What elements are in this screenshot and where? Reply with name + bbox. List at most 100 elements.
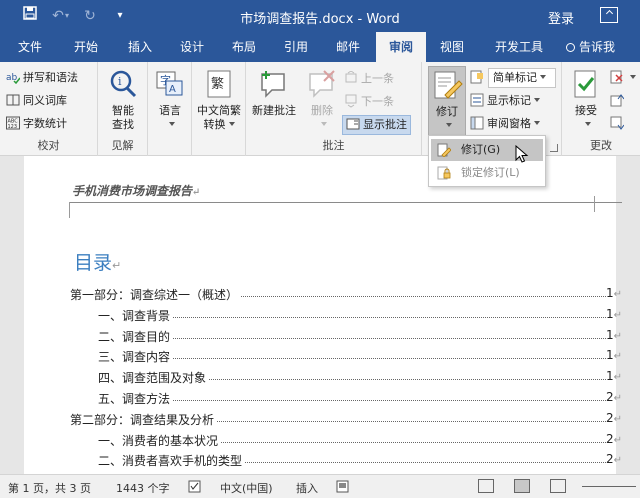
dialog-launcher-icon[interactable] — [550, 144, 558, 152]
page-count[interactable]: 第 1 页，共 3 页 — [8, 480, 91, 496]
svg-text:繁: 繁 — [211, 76, 224, 92]
toc-page-value: 2 — [605, 390, 614, 404]
tab-view[interactable]: 视图 — [428, 32, 476, 62]
undo-dropdown-icon[interactable]: ▾ — [62, 6, 72, 26]
paragraph-mark-icon: ↵ — [613, 351, 622, 363]
toc-leader-dots — [118, 316, 606, 318]
previous-change-button[interactable] — [610, 91, 627, 111]
simple-markup-select[interactable]: 简单标记 — [488, 68, 556, 88]
chinese-conversion-button[interactable]: 繁 中文简繁 转换 — [193, 68, 245, 132]
lock-tracking-menu-item[interactable]: 锁定修订(L) — [431, 162, 543, 184]
toc-page-number: 2↵ — [606, 432, 622, 446]
track-changes-menu-item[interactable]: 修订(G) — [431, 139, 543, 163]
tab-mailings[interactable]: 邮件 — [324, 32, 372, 62]
chevron-down-icon — [534, 121, 540, 125]
toc-leader-dots — [118, 337, 606, 339]
toc-entry[interactable]: 二、调查目的 1↵ — [70, 326, 622, 346]
web-layout-icon[interactable] — [550, 479, 566, 493]
next-comment-icon — [345, 94, 357, 108]
previous-comment-button[interactable]: 上一条 — [344, 69, 394, 89]
tab-insert[interactable]: 插入 — [116, 32, 164, 62]
toc-entry-text: 二、调查目的 — [98, 327, 173, 345]
redo-icon[interactable]: ↻ — [80, 6, 100, 26]
group-comments: 新建批注 删除 上一条 下一条 显示批注 批注 — [246, 62, 422, 156]
toc-entry[interactable]: 第一部分：调查综述一（概述） 1↵ — [70, 284, 622, 304]
group-chinese-conversion: 繁 中文简繁 转换 — [192, 62, 246, 156]
print-layout-icon[interactable] — [514, 479, 530, 493]
tab-layout[interactable]: 布局 — [220, 32, 268, 62]
group-label-proofing: 校对 — [37, 139, 60, 152]
header-corner-left — [46, 202, 70, 218]
ribbon-display-options-icon[interactable] — [600, 7, 618, 23]
track-changes-button[interactable]: 修订 — [428, 66, 466, 138]
tab-references[interactable]: 引用 — [272, 32, 320, 62]
tell-me-box[interactable]: 告诉我 — [566, 32, 615, 62]
next-change-button[interactable] — [610, 114, 627, 134]
toc-page-number: 2↵ — [606, 390, 622, 404]
new-comment-button[interactable]: 新建批注 — [248, 68, 300, 118]
delete-comment-button[interactable]: 删除 — [302, 68, 342, 132]
reviewing-pane-button[interactable]: 审阅窗格 — [470, 114, 540, 134]
accept-button[interactable]: 接受 — [566, 68, 606, 132]
chevron-down-icon — [445, 123, 452, 127]
word-count[interactable]: 1443 个字 — [116, 480, 170, 496]
toc-entry[interactable]: 第二部分：调查结果及分析 2↵ — [70, 409, 622, 429]
header-corner-right — [594, 196, 618, 212]
insert-mode[interactable]: 插入 — [296, 480, 318, 496]
proofing-status-icon[interactable] — [188, 480, 202, 496]
macro-record-icon[interactable] — [336, 480, 350, 496]
reject-button[interactable] — [610, 68, 636, 88]
toc-page-number: 1↵ — [606, 328, 622, 342]
tab-file[interactable]: 文件 — [8, 32, 52, 62]
toc-entry[interactable]: 一、调查背景 1↵ — [70, 305, 622, 325]
read-mode-icon[interactable] — [478, 479, 494, 493]
thesaurus-button[interactable]: 同义词库 — [6, 91, 67, 111]
show-comments-button[interactable]: 显示批注 — [342, 115, 411, 135]
tab-design[interactable]: 设计 — [168, 32, 216, 62]
save-icon[interactable] — [20, 6, 40, 26]
chevron-down-icon — [320, 122, 327, 126]
toc-entry[interactable]: 三、调查内容 1↵ — [70, 346, 622, 366]
toc-entry-text: 三、调查内容 — [98, 348, 173, 366]
toc-page-value: 1 — [605, 286, 614, 300]
group-changes: 接受 更改 — [562, 62, 640, 156]
chevron-down-icon — [168, 122, 175, 126]
toc-entry[interactable]: 一、消费者的基本状况 2↵ — [70, 430, 622, 450]
track-changes-icon — [437, 143, 451, 157]
title-bar: ↶ ▾ ↻ ▾ 市场调查报告.docx - Word 登录 — [0, 0, 640, 32]
language-icon: 字A — [156, 71, 183, 96]
markup-icon — [470, 70, 483, 84]
header-divider — [70, 202, 622, 203]
language-button[interactable]: 字A 语言 — [150, 68, 190, 132]
paragraph-mark-icon: ↵ — [613, 309, 622, 321]
tab-home[interactable]: 开始 — [62, 32, 110, 62]
toc-entry[interactable]: 五、调查方法 2↵ — [70, 388, 622, 408]
tab-developer[interactable]: 开发工具 — [484, 32, 554, 62]
document-page[interactable]: 手机消费市场调查报告↵ 目录↵ 第一部分：调查综述一（概述） 1↵ 一、调查背景 1↵… — [24, 156, 622, 474]
toc-leader-dots — [118, 400, 606, 401]
word-count-button[interactable]: ABC 123 字数统计 — [6, 114, 67, 134]
toc-entry[interactable]: 四、调查范围及对象 1↵ — [70, 367, 622, 387]
document-area[interactable]: 手机消费市场调查报告↵ 目录↵ 第一部分：调查综述一（概述） 1↵ 一、调查背景 1↵… — [0, 156, 640, 474]
toc-title: 目录↵ — [74, 252, 122, 274]
chevron-down-icon — [228, 122, 235, 126]
login-button[interactable]: 登录 — [548, 8, 574, 27]
toc-page-value: 2 — [605, 431, 614, 446]
lightbulb-icon — [566, 43, 575, 52]
smart-lookup-button[interactable]: i 智能 查找 — [102, 68, 144, 132]
toc-page-value: 1 — [605, 348, 614, 363]
language-status[interactable]: 中文(中国) — [220, 480, 273, 496]
toc-page-value: 2 — [605, 410, 614, 425]
toc-entry[interactable]: 二、消费者喜欢手机的类型 2↵ — [70, 450, 622, 470]
spelling-icon: ab — [6, 73, 20, 84]
spelling-grammar-button[interactable]: ab 拼写和语法 — [6, 68, 78, 88]
markup-display-combo[interactable] — [470, 68, 487, 88]
toc-page-number: 2↵ — [606, 452, 622, 466]
paragraph-mark-icon: ↵ — [613, 330, 622, 342]
tab-review[interactable]: 审阅 — [376, 32, 426, 62]
customize-qat-icon[interactable]: ▾ — [110, 6, 130, 26]
zoom-slider[interactable] — [582, 486, 636, 487]
group-label-comments: 批注 — [322, 139, 345, 152]
show-markup-button[interactable]: 显示标记 — [470, 91, 540, 111]
next-comment-button[interactable]: 下一条 — [344, 92, 394, 112]
